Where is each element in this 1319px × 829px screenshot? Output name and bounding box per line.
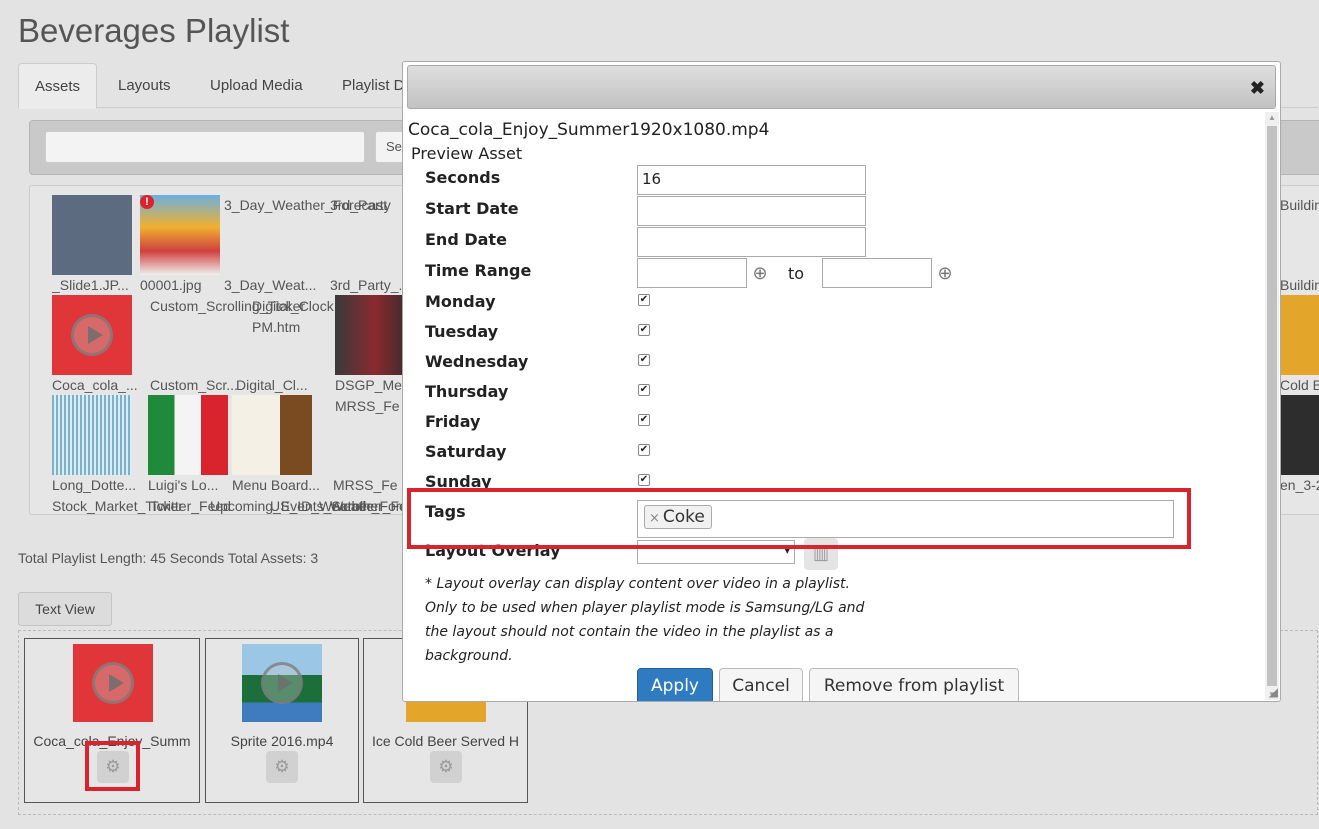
asset-thumb-coca-cola[interactable] bbox=[52, 295, 132, 375]
tag-remove-icon[interactable]: × bbox=[649, 511, 660, 526]
time-range-start-input[interactable] bbox=[637, 258, 747, 288]
tag-chip-label: Coke bbox=[662, 507, 705, 527]
play-icon bbox=[71, 314, 113, 356]
playlist-item-name: Ice Cold Beer Served H bbox=[371, 733, 520, 749]
search-input[interactable] bbox=[45, 131, 365, 163]
asset-label: Digital_Cl... bbox=[236, 377, 308, 393]
asset-label: 3rd_Party bbox=[330, 197, 391, 213]
settings-gear-icon[interactable]: ⚙ bbox=[97, 751, 129, 783]
warning-icon: ! bbox=[140, 195, 154, 209]
asset-label: Buildin bbox=[1280, 277, 1319, 293]
day-label: Saturday bbox=[425, 442, 507, 461]
scroll-thumb[interactable] bbox=[1267, 126, 1277, 686]
remove-from-playlist-button[interactable]: Remove from playlist bbox=[809, 668, 1019, 701]
asset-thumb-menu-board[interactable] bbox=[232, 395, 312, 475]
start-date-input[interactable] bbox=[637, 196, 866, 226]
day-label: Sunday bbox=[425, 472, 492, 491]
end-date-input[interactable] bbox=[637, 227, 866, 257]
asset-label: PM.htm bbox=[252, 319, 301, 335]
asset-label: 3rd_Party_... bbox=[330, 277, 411, 293]
asset-label: Luigi's Lo... bbox=[148, 477, 219, 493]
start-date-label: Start Date bbox=[425, 199, 519, 218]
monday-checkbox[interactable]: ✔ bbox=[638, 294, 650, 306]
play-icon bbox=[92, 662, 134, 704]
resize-grip-icon[interactable]: ◢ bbox=[1269, 685, 1278, 699]
asset-label: Coca_cola_... bbox=[52, 377, 138, 393]
tags-input[interactable]: × Coke bbox=[637, 500, 1174, 538]
playlist-summary: Total Playlist Length: 45 Seconds Total … bbox=[18, 550, 319, 566]
time-range-end-input[interactable] bbox=[822, 258, 932, 288]
asset-label: Menu Board... bbox=[232, 477, 320, 493]
play-icon bbox=[261, 662, 303, 704]
tab-upload-media[interactable]: Upload Media bbox=[194, 63, 319, 108]
day-label: Thursday bbox=[425, 382, 509, 401]
seconds-label: Seconds bbox=[425, 168, 501, 187]
map-icon[interactable]: ▥ bbox=[804, 538, 838, 570]
asset-thumb-screen[interactable] bbox=[1280, 395, 1319, 475]
asset-label: Digital_Clock bbox=[252, 298, 334, 314]
layout-overlay-select[interactable] bbox=[637, 540, 795, 564]
day-label: Monday bbox=[425, 292, 496, 311]
dialog-titlebar: ✖ bbox=[407, 65, 1276, 109]
tuesday-checkbox[interactable]: ✔ bbox=[638, 324, 650, 336]
tag-chip: × Coke bbox=[644, 505, 712, 529]
day-label: Wednesday bbox=[425, 352, 529, 371]
day-label: Friday bbox=[425, 412, 481, 431]
video-thumbnail bbox=[73, 644, 153, 722]
asset-label: MRSS_Fe bbox=[335, 398, 400, 414]
page-title: Beverages Playlist bbox=[18, 12, 290, 49]
playlist-item-name: Coca_cola_Enjoy_Summ bbox=[33, 733, 191, 749]
asset-label: en_3-2 bbox=[1280, 477, 1319, 493]
preview-asset-link[interactable]: Preview Asset bbox=[411, 144, 522, 163]
settings-gear-icon[interactable]: ⚙ bbox=[266, 751, 298, 783]
text-view-button[interactable]: Text View bbox=[18, 592, 112, 626]
thursday-checkbox[interactable]: ✔ bbox=[638, 384, 650, 396]
asset-label: DSGP_Me bbox=[335, 377, 402, 393]
saturday-checkbox[interactable]: ✔ bbox=[638, 444, 650, 456]
layout-overlay-label: Layout Overlay bbox=[425, 541, 561, 560]
apply-button[interactable]: Apply bbox=[637, 668, 713, 701]
asset-thumb-00001[interactable]: ! bbox=[140, 195, 220, 275]
tab-assets[interactable]: Assets bbox=[18, 63, 98, 109]
asset-label: 00001.jpg bbox=[140, 277, 202, 293]
day-label: Tuesday bbox=[425, 322, 499, 341]
time-picker-icon[interactable]: ⊕ bbox=[749, 262, 771, 284]
asset-label: 3_Day_Weat... bbox=[224, 277, 317, 293]
seconds-input[interactable]: 16 bbox=[637, 165, 866, 195]
playlist-item[interactable]: Sprite 2016.mp4 ⚙ bbox=[205, 638, 359, 803]
time-range-to-label: to bbox=[788, 264, 805, 283]
asset-settings-dialog: ✖ ▲ ▼ Coca_cola_Enjoy_Summer1920x1080.mp… bbox=[402, 61, 1281, 702]
time-picker-icon[interactable]: ⊕ bbox=[934, 262, 956, 284]
close-icon[interactable]: ✖ bbox=[1250, 78, 1265, 99]
asset-label: Cold B bbox=[1280, 377, 1319, 393]
asset-label: Weather_Fo bbox=[330, 498, 407, 514]
scroll-up-icon[interactable]: ▲ bbox=[1268, 113, 1276, 122]
playlist-item[interactable]: Coca_cola_Enjoy_Summ ⚙ bbox=[24, 638, 200, 803]
asset-thumb-luigis[interactable] bbox=[148, 395, 228, 475]
asset-label: Buildin bbox=[1280, 197, 1319, 213]
settings-gear-icon[interactable]: ⚙ bbox=[430, 751, 462, 783]
sunday-checkbox[interactable]: ✔ bbox=[638, 474, 650, 486]
asset-thumb-long-dotted[interactable] bbox=[52, 395, 132, 475]
asset-label: MRSS_Fe bbox=[333, 477, 398, 493]
time-range-label: Time Range bbox=[425, 261, 532, 280]
video-thumbnail bbox=[242, 644, 322, 722]
asset-thumb-slide1[interactable] bbox=[52, 195, 132, 275]
wednesday-checkbox[interactable]: ✔ bbox=[638, 354, 650, 366]
asset-filename: Coca_cola_Enjoy_Summer1920x1080.mp4 bbox=[408, 120, 770, 140]
asset-label: Custom_Scr... bbox=[150, 377, 238, 393]
friday-checkbox[interactable]: ✔ bbox=[638, 414, 650, 426]
cancel-button[interactable]: Cancel bbox=[719, 668, 803, 701]
layout-overlay-note: * Layout overlay can display content ove… bbox=[425, 576, 865, 664]
asset-label: _Slide1.JP... bbox=[52, 277, 129, 293]
playlist-item-name: Sprite 2016.mp4 bbox=[230, 733, 334, 749]
asset-label: Long_Dotte... bbox=[52, 477, 137, 493]
tags-label: Tags bbox=[425, 502, 466, 521]
end-date-label: End Date bbox=[425, 230, 507, 249]
tab-layouts[interactable]: Layouts bbox=[102, 63, 187, 108]
asset-thumb-cold-beer[interactable] bbox=[1280, 295, 1319, 375]
dialog-scrollbar[interactable]: ▲ ▼ bbox=[1265, 112, 1279, 700]
